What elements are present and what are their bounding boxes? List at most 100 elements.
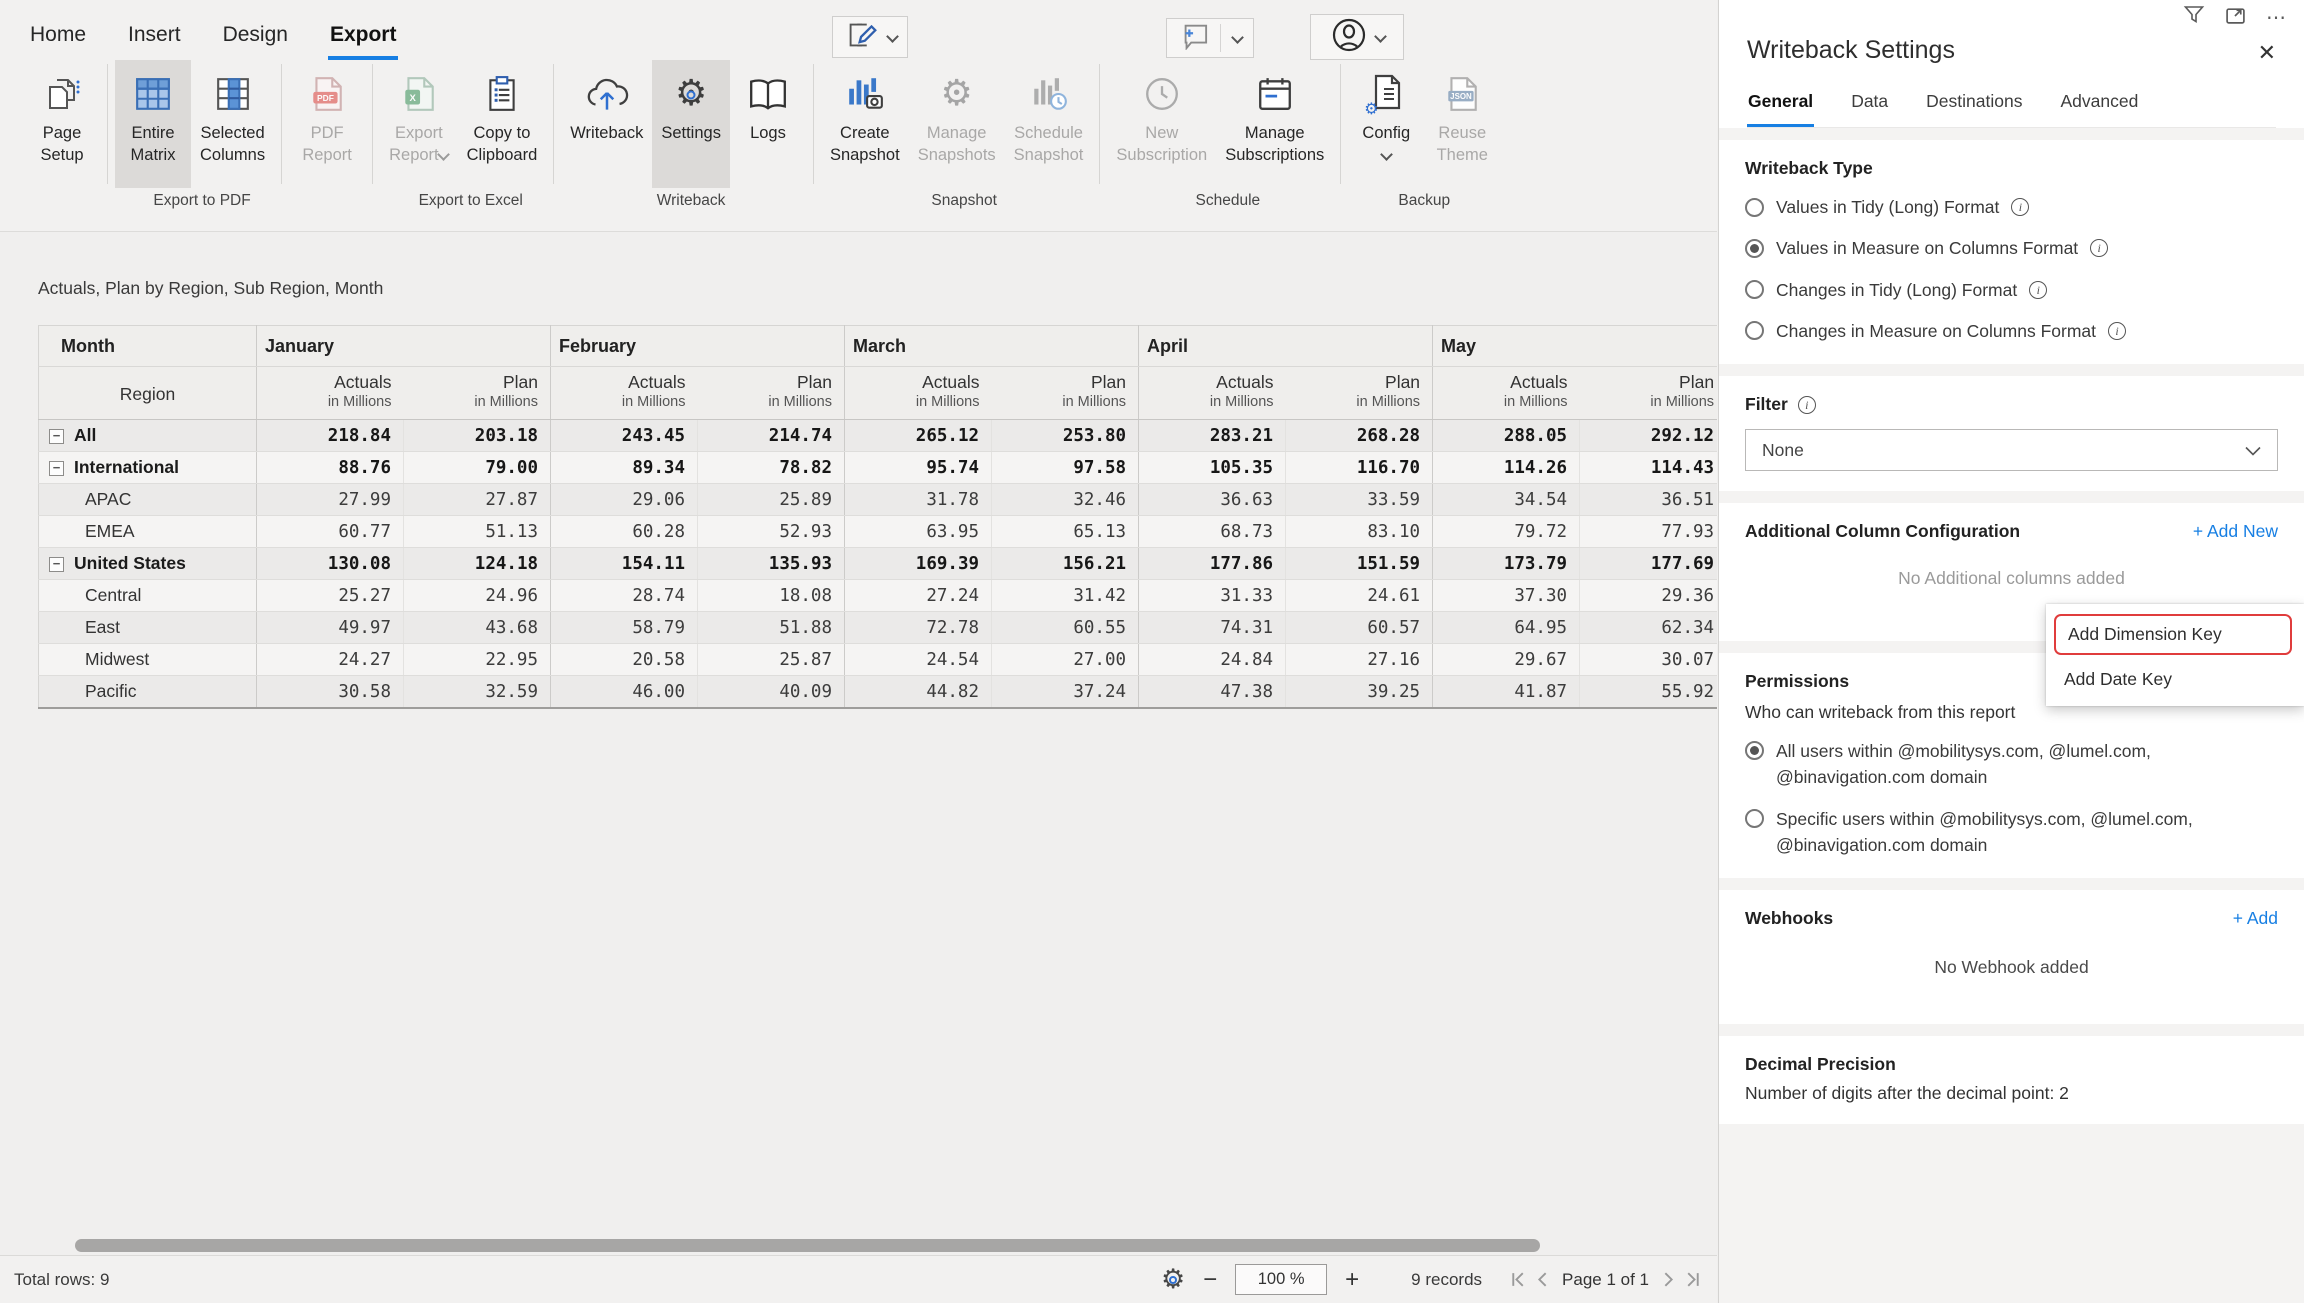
- tab-data[interactable]: Data: [1850, 91, 1889, 127]
- cell[interactable]: 52.93: [698, 516, 845, 548]
- settings-button[interactable]: ⚙ Settings: [652, 60, 730, 188]
- zoom-level-input[interactable]: 100 %: [1235, 1264, 1327, 1295]
- cell[interactable]: 105.35: [1139, 452, 1286, 484]
- cell[interactable]: 60.55: [992, 612, 1139, 644]
- measure-header[interactable]: Planin Millions: [1580, 367, 1717, 420]
- account-button[interactable]: [1310, 14, 1404, 60]
- cell[interactable]: 27.24: [845, 580, 992, 612]
- cell[interactable]: 51.88: [698, 612, 845, 644]
- cell[interactable]: 27.00: [992, 644, 1139, 676]
- cell[interactable]: 95.74: [845, 452, 992, 484]
- filter-funnel-icon[interactable]: [2183, 5, 2205, 30]
- info-icon[interactable]: i: [2029, 281, 2047, 299]
- month-header[interactable]: April: [1139, 326, 1433, 367]
- cell[interactable]: 156.21: [992, 548, 1139, 580]
- cell[interactable]: 27.87: [404, 484, 551, 516]
- last-page-icon[interactable]: [1684, 1270, 1703, 1289]
- cell[interactable]: 37.24: [992, 676, 1139, 709]
- filter-dropdown[interactable]: None: [1745, 429, 2278, 471]
- cell[interactable]: 83.10: [1286, 516, 1433, 548]
- cell[interactable]: 243.45: [551, 420, 698, 452]
- cell[interactable]: 27.99: [257, 484, 404, 516]
- cell[interactable]: 46.00: [551, 676, 698, 709]
- cell[interactable]: 72.78: [845, 612, 992, 644]
- cell[interactable]: 65.13: [992, 516, 1139, 548]
- radio-changes-measure-columns[interactable]: Changes in Measure on Columns Format i: [1745, 318, 2278, 344]
- zoom-in-button[interactable]: +: [1341, 1266, 1363, 1294]
- cell[interactable]: 40.09: [698, 676, 845, 709]
- collapse-toggle-icon[interactable]: −: [49, 461, 64, 476]
- cell[interactable]: 36.63: [1139, 484, 1286, 516]
- cell[interactable]: 130.08: [257, 548, 404, 580]
- month-header[interactable]: March: [845, 326, 1139, 367]
- row-label[interactable]: Pacific: [39, 676, 257, 709]
- first-page-icon[interactable]: [1508, 1270, 1527, 1289]
- cell[interactable]: 283.21: [1139, 420, 1286, 452]
- radio-changes-tidy[interactable]: Changes in Tidy (Long) Format i: [1745, 277, 2278, 303]
- cell[interactable]: 78.82: [698, 452, 845, 484]
- radio-values-tidy[interactable]: Values in Tidy (Long) Format i: [1745, 194, 2278, 220]
- previous-page-icon[interactable]: [1533, 1270, 1552, 1289]
- more-options-icon[interactable]: ⋯: [2266, 5, 2288, 30]
- edit-mode-button[interactable]: [832, 16, 908, 58]
- selected-columns-button[interactable]: SelectedColumns: [191, 60, 274, 188]
- cell[interactable]: 77.93: [1580, 516, 1717, 548]
- cell[interactable]: 58.79: [551, 612, 698, 644]
- manage-subscriptions-button[interactable]: ManageSubscriptions: [1216, 60, 1333, 188]
- close-icon[interactable]: ✕: [2258, 40, 2276, 66]
- cell[interactable]: 25.89: [698, 484, 845, 516]
- cell[interactable]: 169.39: [845, 548, 992, 580]
- row-label[interactable]: East: [39, 612, 257, 644]
- cell[interactable]: 292.12: [1580, 420, 1717, 452]
- measure-header[interactable]: Planin Millions: [992, 367, 1139, 420]
- cell[interactable]: 25.87: [698, 644, 845, 676]
- cell[interactable]: 135.93: [698, 548, 845, 580]
- tab-advanced[interactable]: Advanced: [2059, 91, 2139, 127]
- tab-design[interactable]: Design: [221, 13, 290, 60]
- cell[interactable]: 29.36: [1580, 580, 1717, 612]
- measure-header[interactable]: Planin Millions: [404, 367, 551, 420]
- cell[interactable]: 29.06: [551, 484, 698, 516]
- cell[interactable]: 22.95: [404, 644, 551, 676]
- row-label[interactable]: Midwest: [39, 644, 257, 676]
- horizontal-scrollbar[interactable]: [0, 1237, 1717, 1254]
- cell[interactable]: 124.18: [404, 548, 551, 580]
- gear-icon[interactable]: ⚙: [1161, 1266, 1185, 1293]
- cell[interactable]: 177.69: [1580, 548, 1717, 580]
- cell[interactable]: 34.54: [1433, 484, 1580, 516]
- cell[interactable]: 173.79: [1433, 548, 1580, 580]
- scrollbar-thumb[interactable]: [75, 1239, 1540, 1252]
- logs-button[interactable]: Logs: [730, 60, 806, 188]
- cell[interactable]: 36.51: [1580, 484, 1717, 516]
- radio-values-measure-columns[interactable]: Values in Measure on Columns Format i: [1745, 235, 2278, 261]
- info-icon[interactable]: i: [2011, 198, 2029, 216]
- copy-to-clipboard-button[interactable]: Copy toClipboard: [458, 60, 547, 188]
- row-label[interactable]: −All: [39, 420, 257, 452]
- month-header[interactable]: February: [551, 326, 845, 367]
- add-comment-button[interactable]: [1166, 18, 1254, 58]
- cell[interactable]: 43.68: [404, 612, 551, 644]
- tab-insert[interactable]: Insert: [126, 13, 183, 60]
- cell[interactable]: 114.43: [1580, 452, 1717, 484]
- radio-specific-users[interactable]: Specific users within @mobilitysys.com, …: [1745, 806, 2278, 859]
- chevron-down-icon[interactable]: [1375, 32, 1385, 42]
- collapse-toggle-icon[interactable]: −: [49, 557, 64, 572]
- cell[interactable]: 68.73: [1139, 516, 1286, 548]
- info-icon[interactable]: i: [2108, 322, 2126, 340]
- cell[interactable]: 24.61: [1286, 580, 1433, 612]
- cell[interactable]: 60.28: [551, 516, 698, 548]
- cell[interactable]: 64.95: [1433, 612, 1580, 644]
- config-button[interactable]: ⚙ Config: [1348, 60, 1424, 188]
- cell[interactable]: 177.86: [1139, 548, 1286, 580]
- chevron-down-icon[interactable]: [1233, 33, 1243, 43]
- add-new-link[interactable]: + Add New: [2193, 521, 2278, 542]
- info-icon[interactable]: i: [2090, 239, 2108, 257]
- cell[interactable]: 89.34: [551, 452, 698, 484]
- cell[interactable]: 151.59: [1286, 548, 1433, 580]
- cell[interactable]: 32.46: [992, 484, 1139, 516]
- page-setup-button[interactable]: PageSetup: [24, 60, 100, 188]
- create-snapshot-button[interactable]: CreateSnapshot: [821, 60, 909, 188]
- cell[interactable]: 88.76: [257, 452, 404, 484]
- cell[interactable]: 114.26: [1433, 452, 1580, 484]
- cell[interactable]: 218.84: [257, 420, 404, 452]
